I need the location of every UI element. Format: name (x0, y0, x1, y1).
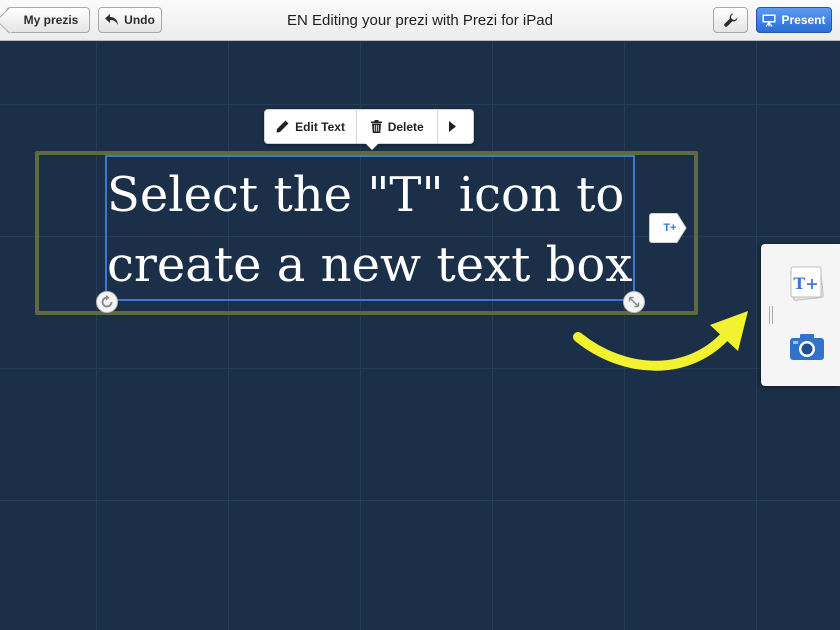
panel-grip-handle[interactable] (769, 306, 773, 324)
insert-text-button[interactable]: T+ (788, 264, 826, 302)
text-selection-outline (105, 155, 635, 301)
present-button[interactable]: Present (756, 7, 832, 33)
curved-arrow-icon (573, 311, 748, 371)
undo-arrow-icon (105, 14, 119, 25)
add-text-tag-label: T+ (663, 222, 677, 234)
text-tool-label: T+ (793, 274, 818, 293)
my-prezis-label: My prezis (23, 13, 79, 27)
settings-button[interactable] (713, 7, 748, 33)
text-tool-icon: T+ (790, 266, 824, 301)
rotate-icon (101, 295, 113, 308)
rotate-handle[interactable] (96, 291, 118, 313)
delete-label: Delete (387, 119, 424, 134)
pencil-icon (276, 120, 289, 133)
delete-button[interactable]: Delete (357, 110, 439, 143)
page-title: EN Editing your prezi with Prezi for iPa… (287, 12, 553, 29)
camera-icon (790, 334, 824, 360)
present-label: Present (781, 13, 826, 27)
context-menu: Edit Text Delete (264, 109, 474, 150)
presentation-screen-icon (762, 14, 776, 27)
wrench-icon (723, 13, 737, 27)
edit-text-label: Edit Text (295, 119, 345, 134)
insert-side-panel: T+ (761, 244, 840, 386)
more-options-button[interactable] (438, 110, 473, 143)
top-toolbar: My prezis Undo EN Editing your prezi wit… (0, 0, 840, 41)
add-text-tag[interactable]: T+ (649, 213, 687, 243)
edit-text-button[interactable]: Edit Text (265, 110, 358, 143)
play-triangle-icon (448, 121, 456, 132)
undo-button[interactable]: Undo (98, 7, 162, 33)
insert-image-button[interactable] (789, 332, 825, 362)
undo-label: Undo (124, 13, 155, 27)
trash-icon (370, 120, 382, 133)
my-prezis-button[interactable]: My prezis (6, 7, 90, 33)
